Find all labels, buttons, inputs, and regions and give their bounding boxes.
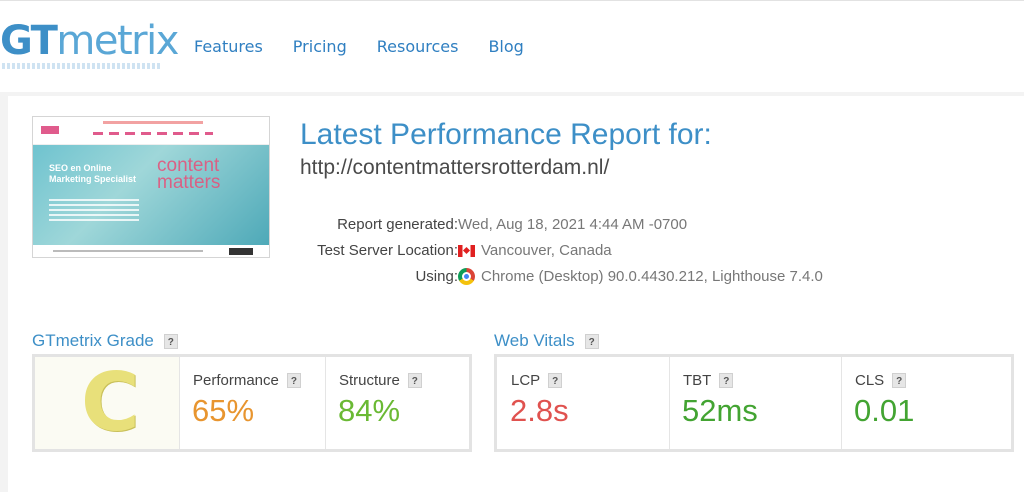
logo-gt: GT: [0, 18, 58, 64]
cls-help-icon[interactable]: ?: [892, 373, 907, 388]
structure-label: Structure: [339, 372, 400, 389]
lcp-value: 2.8s: [510, 393, 569, 428]
test-server-location-label: Test Server Location:: [317, 242, 458, 259]
main-nav: Features Pricing Resources Blog: [194, 37, 524, 56]
thumb-cookie-bar: [33, 245, 269, 257]
tbt-value: 52ms: [682, 393, 758, 428]
thumb-brand-text: content matters: [157, 155, 221, 193]
report-generated-value: Wed, Aug 18, 2021 4:44 AM -0700: [458, 216, 687, 233]
logo-metrix: metrix: [56, 18, 179, 64]
page-screenshot-thumbnail[interactable]: SEO en Online Marketing Specialist conte…: [32, 116, 270, 258]
thumb-topbar: [33, 117, 269, 145]
lcp-cell: LCP? 2.8s: [497, 357, 669, 449]
thumb-cookie-text: [53, 250, 203, 252]
tbt-help-icon[interactable]: ?: [719, 373, 734, 388]
test-server-location-value: Vancouver, Canada: [458, 242, 612, 259]
using-text: Chrome (Desktop) 90.0.4430.212, Lighthou…: [481, 268, 823, 285]
tbt-label-wrap: TBT?: [683, 372, 734, 389]
using-label: Using:: [415, 268, 458, 285]
web-vitals-label: Web Vitals: [494, 331, 575, 350]
chrome-icon: [458, 268, 475, 285]
report-generated-label: Report generated:: [337, 216, 458, 233]
lcp-help-icon[interactable]: ?: [548, 373, 563, 388]
tbt-label: TBT: [683, 372, 712, 389]
nav-pricing[interactable]: Pricing: [293, 37, 347, 56]
gtmetrix-grade-title: GTmetrix Grade ?: [32, 331, 178, 351]
cls-label-wrap: CLS?: [855, 372, 907, 389]
report-panel: SEO en Online Marketing Specialist conte…: [8, 96, 1024, 492]
report-url[interactable]: http://contentmattersrotterdam.nl/: [300, 156, 609, 180]
performance-help-icon[interactable]: ?: [286, 373, 301, 388]
grade-letter: C: [81, 356, 140, 449]
cls-label: CLS: [855, 372, 885, 389]
canada-flag-icon: [458, 244, 475, 257]
structure-cell: Structure? 84%: [325, 357, 469, 449]
nav-blog[interactable]: Blog: [488, 37, 523, 56]
top-header: GTmetrix Features Pricing Resources Blog: [0, 0, 1024, 92]
logo-underline: [2, 63, 160, 69]
thumb-nav: [93, 132, 213, 135]
structure-value: 84%: [338, 393, 401, 428]
vitals-help-icon[interactable]: ?: [584, 333, 599, 349]
test-server-location-text: Vancouver, Canada: [481, 242, 612, 259]
structure-label-wrap: Structure?: [339, 372, 422, 389]
structure-help-icon[interactable]: ?: [407, 373, 422, 388]
report-generated-text: Wed, Aug 18, 2021 4:44 AM -0700: [458, 216, 688, 233]
performance-label-wrap: Performance?: [193, 372, 301, 389]
performance-value: 65%: [192, 393, 255, 428]
thumb-logo: [41, 126, 59, 134]
thumb-hero-subtext: [49, 199, 139, 221]
lcp-label: LCP: [511, 372, 541, 389]
page-title: Latest Performance Report for:: [300, 118, 712, 151]
gtmetrix-grade-box: C Performance? 65% Structure? 84%: [32, 354, 472, 452]
performance-cell: Performance? 65%: [179, 357, 323, 449]
gtmetrix-logo[interactable]: GTmetrix: [0, 18, 179, 64]
nav-features[interactable]: Features: [194, 37, 263, 56]
lcp-label-wrap: LCP?: [511, 372, 563, 389]
tbt-cell: TBT? 52ms: [669, 357, 841, 449]
web-vitals-title: Web Vitals ?: [494, 331, 599, 351]
using-value: Chrome (Desktop) 90.0.4430.212, Lighthou…: [458, 268, 823, 285]
cls-cell: CLS? 0.01: [841, 357, 1011, 449]
grade-help-icon[interactable]: ?: [163, 333, 178, 349]
thumb-contact-line: [103, 121, 203, 124]
web-vitals-box: LCP? 2.8s TBT? 52ms CLS? 0.01: [494, 354, 1014, 452]
performance-label: Performance: [193, 372, 279, 389]
nav-resources[interactable]: Resources: [377, 37, 459, 56]
gtmetrix-grade-label: GTmetrix Grade: [32, 331, 154, 350]
cls-value: 0.01: [854, 393, 915, 428]
thumb-cookie-button: [229, 248, 253, 255]
thumb-hero-text: SEO en Online Marketing Specialist: [49, 163, 137, 184]
